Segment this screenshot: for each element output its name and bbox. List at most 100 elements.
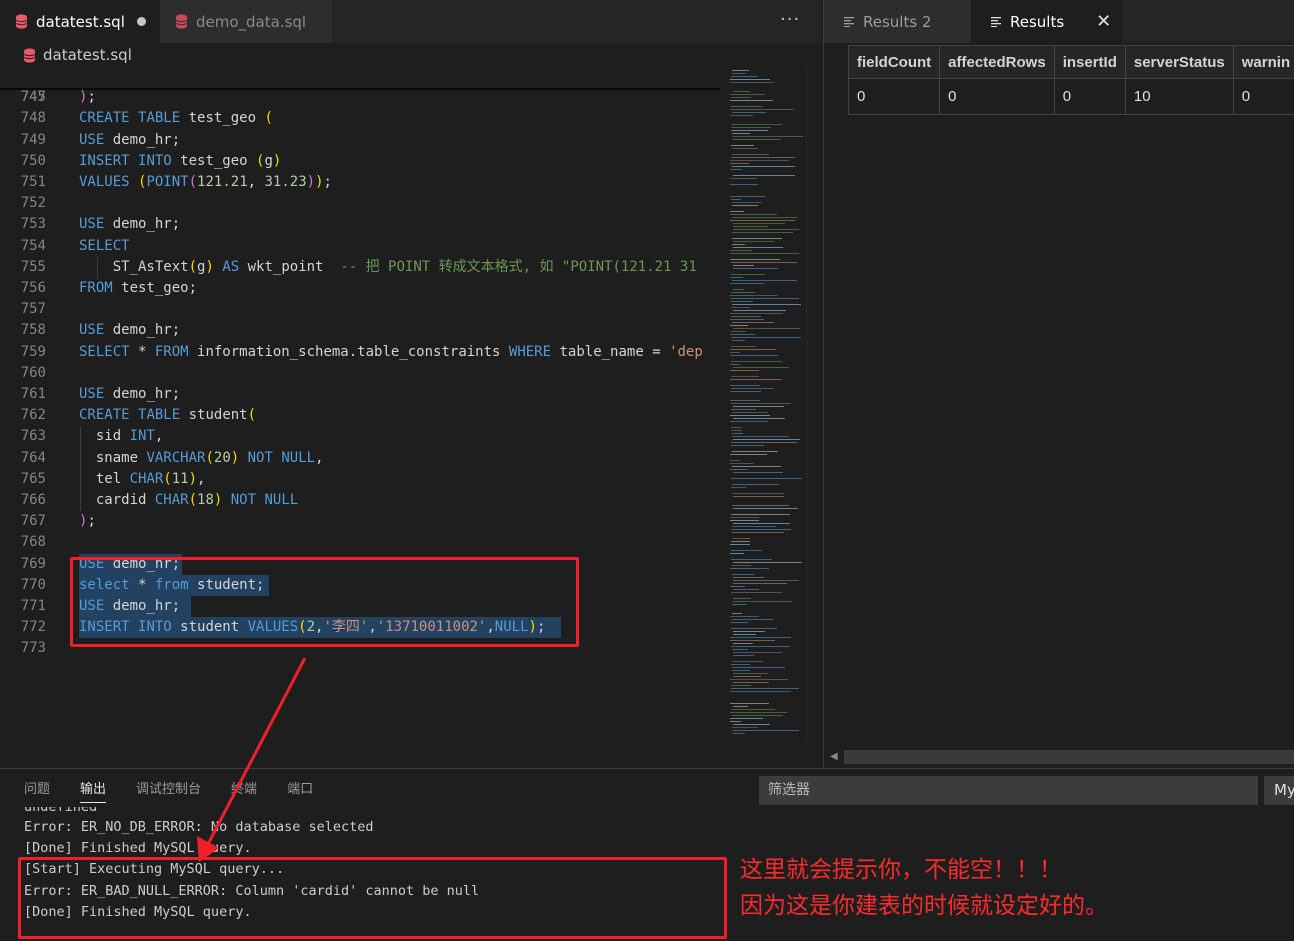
sticky-scroll-line[interactable]: 745 CREATE TABLE test_geo ( — [0, 66, 720, 126]
column-header[interactable]: insertId — [1053, 45, 1126, 79]
code-line[interactable]: 757 — [0, 299, 720, 320]
minimap-line — [732, 202, 762, 203]
minimap-line — [730, 364, 740, 365]
minimap-line — [732, 733, 745, 734]
tab-demo-data-sql[interactable]: demo_data.sql — [160, 0, 332, 43]
minimap-line — [731, 430, 742, 431]
minimap-line — [733, 91, 750, 92]
line-number: 752 — [20, 195, 46, 212]
minimap-line — [730, 640, 775, 641]
minimap-line — [732, 433, 743, 434]
breadcrumb[interactable]: datatest.sql — [0, 43, 722, 67]
minimap-line — [732, 709, 775, 710]
tab-debug-console[interactable]: 调试控制台 — [136, 779, 201, 809]
minimap-line — [730, 349, 776, 350]
minimap-line — [730, 679, 788, 680]
minimap-line — [732, 466, 781, 467]
minimap-line — [733, 730, 799, 731]
minimap-line — [733, 496, 784, 497]
minimap-line — [733, 418, 785, 419]
code-line[interactable]: 756 FROM test_geo; — [0, 278, 720, 299]
panel-tabs: 问题 输出 调试控制台 终端 端口 — [24, 779, 343, 809]
minimap[interactable] — [722, 68, 806, 740]
code-line[interactable]: 767); — [0, 511, 720, 532]
unsaved-dot-icon[interactable] — [136, 17, 146, 26]
code-line[interactable]: 766 cardid CHAR(18) NOT NULL — [0, 490, 720, 511]
table-cell[interactable]: 10 — [1124, 78, 1234, 115]
code-line[interactable]: 761 USE demo_hr; — [0, 384, 720, 405]
table-cell[interactable]: 0 — [939, 78, 1055, 115]
minimap-line — [732, 412, 768, 413]
tab-datatest-sql[interactable]: datatest.sql — [0, 0, 160, 43]
minimap-line — [730, 163, 749, 164]
code-line[interactable]: 752 — [0, 193, 720, 214]
minimap-line — [732, 304, 801, 305]
table-cell[interactable]: 0 — [847, 78, 941, 115]
minimap-line — [730, 301, 753, 302]
code-line[interactable]: 751 VALUES (POINT(121.21, 31.23)); — [0, 172, 720, 193]
editor-vertical-scrollbar[interactable] — [806, 68, 820, 740]
code-line[interactable]: 754 SELECT — [0, 236, 720, 257]
code-text: ); — [79, 513, 96, 530]
tab-problems[interactable]: 问题 — [24, 779, 50, 809]
minimap-line — [733, 310, 786, 311]
minimap-line — [731, 307, 750, 308]
minimap-line — [733, 562, 802, 563]
minimap-line — [732, 436, 789, 437]
minimap-line — [733, 631, 765, 632]
column-header[interactable]: affectedRows — [939, 45, 1055, 79]
tab-results[interactable]: Results ✕ — [971, 0, 1122, 43]
tab-terminal[interactable]: 终端 — [231, 779, 257, 809]
minimap-line — [730, 277, 743, 278]
close-icon[interactable]: ✕ — [1096, 11, 1111, 32]
column-header[interactable]: warnin — [1232, 45, 1294, 79]
minimap-line — [733, 682, 769, 683]
column-header[interactable]: fieldCount — [847, 45, 941, 79]
minimap-line — [730, 703, 769, 704]
minimap-line — [730, 355, 778, 356]
code-text: ); — [79, 89, 96, 106]
code-line[interactable]: 765 tel CHAR(11), — [0, 469, 720, 490]
code-line[interactable]: 758 USE demo_hr; — [0, 320, 720, 341]
code-line[interactable]: 760 — [0, 363, 720, 384]
minimap-line — [730, 691, 791, 692]
minimap-line — [732, 238, 782, 239]
minimap-line — [730, 385, 760, 386]
results-horizontal-scrollbar[interactable] — [844, 750, 1294, 764]
code-editor[interactable]: 745 CREATE TABLE test_geo ( 747); 748 749 U… — [0, 66, 720, 758]
table-cell[interactable]: 0 — [1053, 78, 1126, 115]
code-line[interactable]: 759 SELECT * FROM information_schema.tabl… — [0, 342, 720, 363]
minimap-line — [730, 352, 740, 353]
tab-output[interactable]: 输出 — [80, 779, 107, 803]
code-line[interactable]: 762 CREATE TABLE student( — [0, 405, 720, 426]
line-number: 757 — [20, 301, 46, 318]
code-line[interactable]: 753 USE demo_hr; — [0, 214, 720, 235]
line-number: 765 — [20, 470, 46, 487]
tab-ports[interactable]: 端口 — [287, 779, 313, 809]
code-line[interactable]: 750 INSERT INTO test_geo (g) — [0, 151, 720, 172]
code-line[interactable]: 748 — [0, 108, 720, 129]
minimap-line — [733, 226, 768, 227]
minimap-line — [731, 622, 748, 623]
tab-results-2[interactable]: Results 2 — [824, 0, 971, 43]
column-header[interactable]: serverStatus — [1124, 45, 1234, 79]
minimap-line — [730, 196, 765, 197]
code-line[interactable]: 764 sname VARCHAR(20) NOT NULL, — [0, 448, 720, 469]
code-line[interactable]: 763 sid INT, — [0, 426, 720, 447]
more-actions-icon[interactable]: ··· — [780, 9, 800, 30]
code-line[interactable]: 755 ST_AsText(g) AS wkt_point -- 把 POINT… — [0, 257, 720, 278]
code-line[interactable]: 747); — [0, 87, 720, 108]
output-filter-input[interactable]: 筛选器 — [759, 776, 1258, 805]
results-tab-bar: Results 2 Results ✕ — [824, 0, 1294, 43]
database-icon — [176, 14, 187, 29]
code-line[interactable]: 749 USE demo_hr; — [0, 130, 720, 151]
scroll-left-icon[interactable]: ◀ — [830, 751, 838, 762]
minimap-line — [731, 145, 754, 146]
output-channel-select[interactable]: My — [1264, 776, 1294, 805]
table-cell[interactable]: 0 — [1232, 78, 1294, 115]
minimap-line — [731, 130, 768, 131]
line-number: 755 — [20, 258, 46, 275]
table-row[interactable]: 0 0 0 10 0 — [847, 78, 1294, 115]
code-line[interactable]: 768 — [0, 532, 720, 553]
minimap-line — [730, 325, 748, 326]
